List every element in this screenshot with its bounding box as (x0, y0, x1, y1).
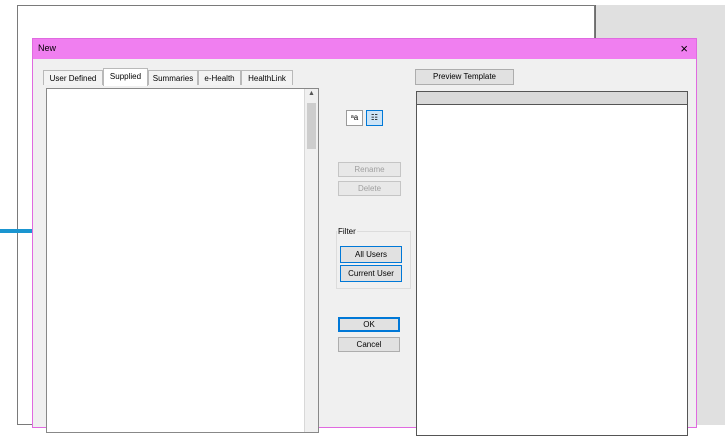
close-icon[interactable]: × (680, 41, 688, 56)
new-dialog: New × User Defined Supplied Summaries e-… (32, 38, 697, 436)
list-view-icon[interactable]: ☷ (366, 110, 383, 126)
sort-alpha-icon[interactable]: ᵃa (346, 110, 363, 126)
tab-healthlink[interactable]: HealthLink (241, 70, 293, 85)
tab-supplied[interactable]: Supplied (103, 68, 148, 86)
all-users-button[interactable]: All Users (340, 246, 402, 263)
template-list[interactable]: ▲ (46, 88, 319, 433)
tab-user-defined[interactable]: User Defined (43, 70, 103, 85)
tab-summaries[interactable]: Summaries (148, 70, 198, 85)
ok-button[interactable]: OK (338, 317, 400, 332)
preview-template-button[interactable]: Preview Template (415, 69, 514, 85)
tab-e-health[interactable]: e-Health (198, 70, 241, 85)
scroll-thumb[interactable] (307, 103, 316, 149)
dialog-titlebar: New × (33, 39, 696, 59)
cancel-button[interactable]: Cancel (338, 337, 400, 352)
delete-button[interactable]: Delete (338, 181, 401, 196)
scroll-up-icon[interactable]: ▲ (305, 90, 318, 102)
dialog-title: New (38, 43, 57, 53)
preview-header (417, 92, 687, 105)
list-scrollbar[interactable]: ▲ (304, 89, 318, 432)
filter-label: Filter (337, 227, 357, 236)
rename-button[interactable]: Rename (338, 162, 401, 177)
template-preview-pane (416, 91, 688, 436)
current-user-button[interactable]: Current User (340, 265, 402, 282)
